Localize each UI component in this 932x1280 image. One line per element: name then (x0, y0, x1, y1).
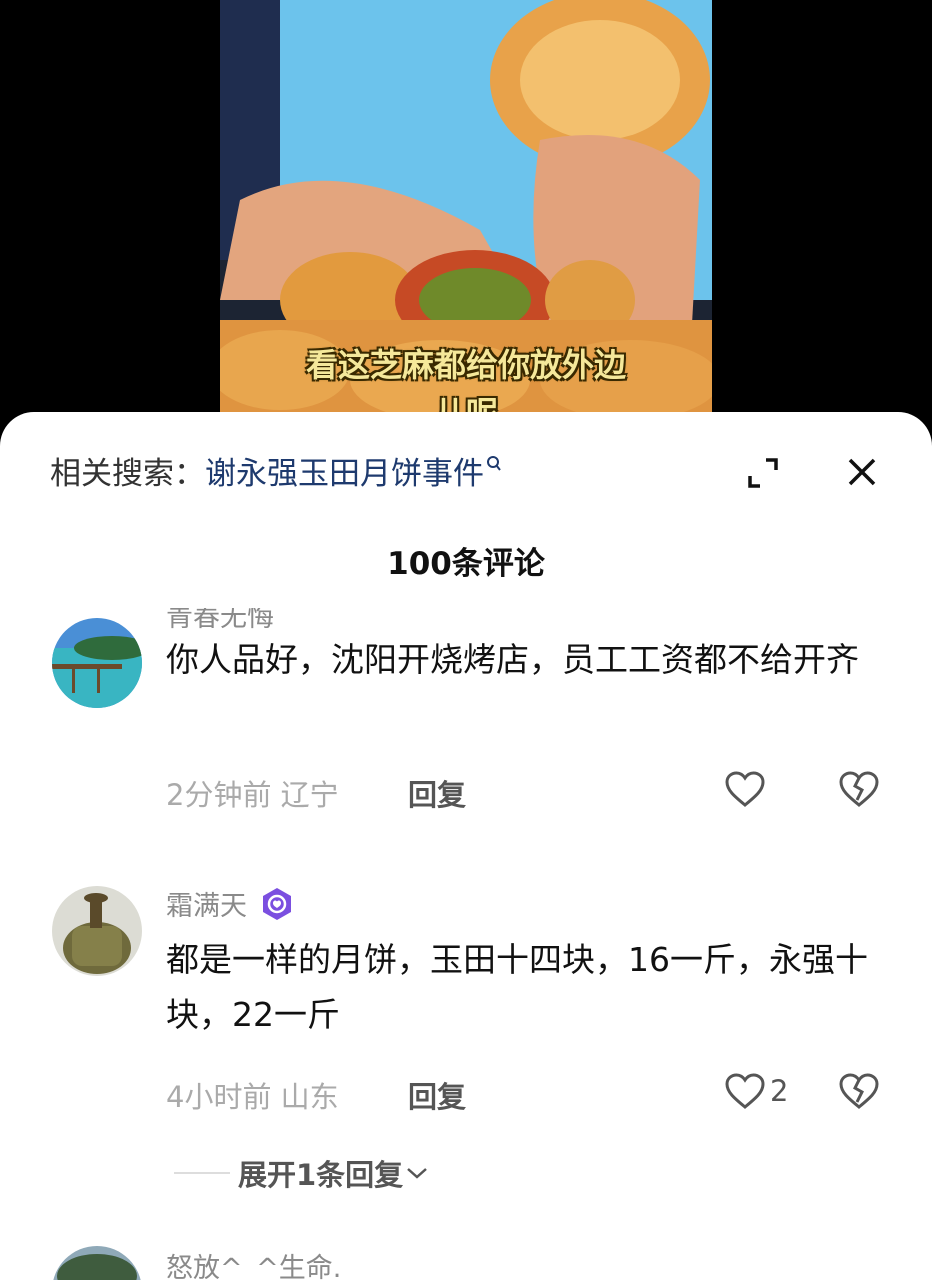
comment-sheet: 相关搜索： 谢永强玉田月饼事件 100条评论 青春无悔 你人品好，沈阳开烧烤店，… (0, 412, 932, 1280)
expand-replies-label: 展开1条回复 (238, 1158, 404, 1192)
related-search-label: 相关搜索： (50, 456, 205, 492)
username-text: 霜满天 (166, 891, 247, 922)
comment-item: 怒放^_^生命. (0, 1238, 932, 1280)
search-icon (486, 454, 502, 478)
related-search-term[interactable]: 谢永强玉田月饼事件 (205, 448, 484, 493)
heart-icon (725, 771, 765, 807)
comment-text: 都是一样的月饼，玉田十四块，16一斤，永强十块，22一斤 (166, 940, 868, 1034)
comment-item: 霜满天 都是一样的月饼，玉田十四块，16一斤，永强十块，22一斤 4小时前 山东… (0, 874, 932, 1214)
close-icon[interactable] (846, 456, 878, 488)
username-text: 青春无悔 (166, 608, 274, 633)
comment-meta: 4小时前 山东 (166, 1080, 339, 1114)
avatar[interactable] (52, 886, 142, 976)
dislike-button[interactable] (838, 1072, 880, 1114)
username[interactable]: 霜满天 (166, 884, 295, 923)
reply-button[interactable]: 回复 (408, 772, 466, 814)
broken-heart-icon (839, 771, 879, 807)
divider-line (174, 1172, 230, 1174)
video-subtitle-line1: 看这芝麻都给你放外边 (305, 346, 626, 384)
comment-text: 你人品好，沈阳开烧烤店，员工工资都不给开齐 (166, 640, 859, 679)
heart-icon (725, 1073, 765, 1109)
comment-count: 100条评论 (387, 546, 545, 582)
related-search[interactable]: 相关搜索： 谢永强玉田月饼事件 (50, 448, 502, 493)
username[interactable]: 怒放^_^生命. (166, 1246, 341, 1280)
comment-meta: 2分钟前 辽宁 (166, 778, 339, 812)
username[interactable]: 青春无悔 (166, 608, 274, 634)
expand-icon[interactable] (746, 456, 780, 490)
expand-replies-button[interactable]: 展开1条回复 (174, 1152, 429, 1194)
verified-badge-icon (263, 887, 291, 920)
avatar[interactable] (52, 618, 142, 708)
like-count: 2 (770, 1074, 789, 1108)
like-button[interactable]: 2 (724, 1072, 788, 1110)
video-frame[interactable]: 看这芝麻都给你放外边 儿呢 (220, 0, 712, 420)
broken-heart-icon (839, 1073, 879, 1109)
dislike-button[interactable] (838, 770, 880, 812)
video-area[interactable]: 看这芝麻都给你放外边 儿呢 (0, 0, 932, 420)
like-button[interactable] (724, 770, 766, 808)
chevron-down-icon (407, 1168, 428, 1179)
avatar[interactable] (52, 1246, 142, 1280)
comment-item: 青春无悔 你人品好，沈阳开烧烤店，员工工资都不给开齐 2分钟前 辽宁 回复 (0, 602, 932, 862)
reply-button[interactable]: 回复 (408, 1074, 466, 1116)
username-text: 怒放^_^生命. (166, 1253, 342, 1280)
